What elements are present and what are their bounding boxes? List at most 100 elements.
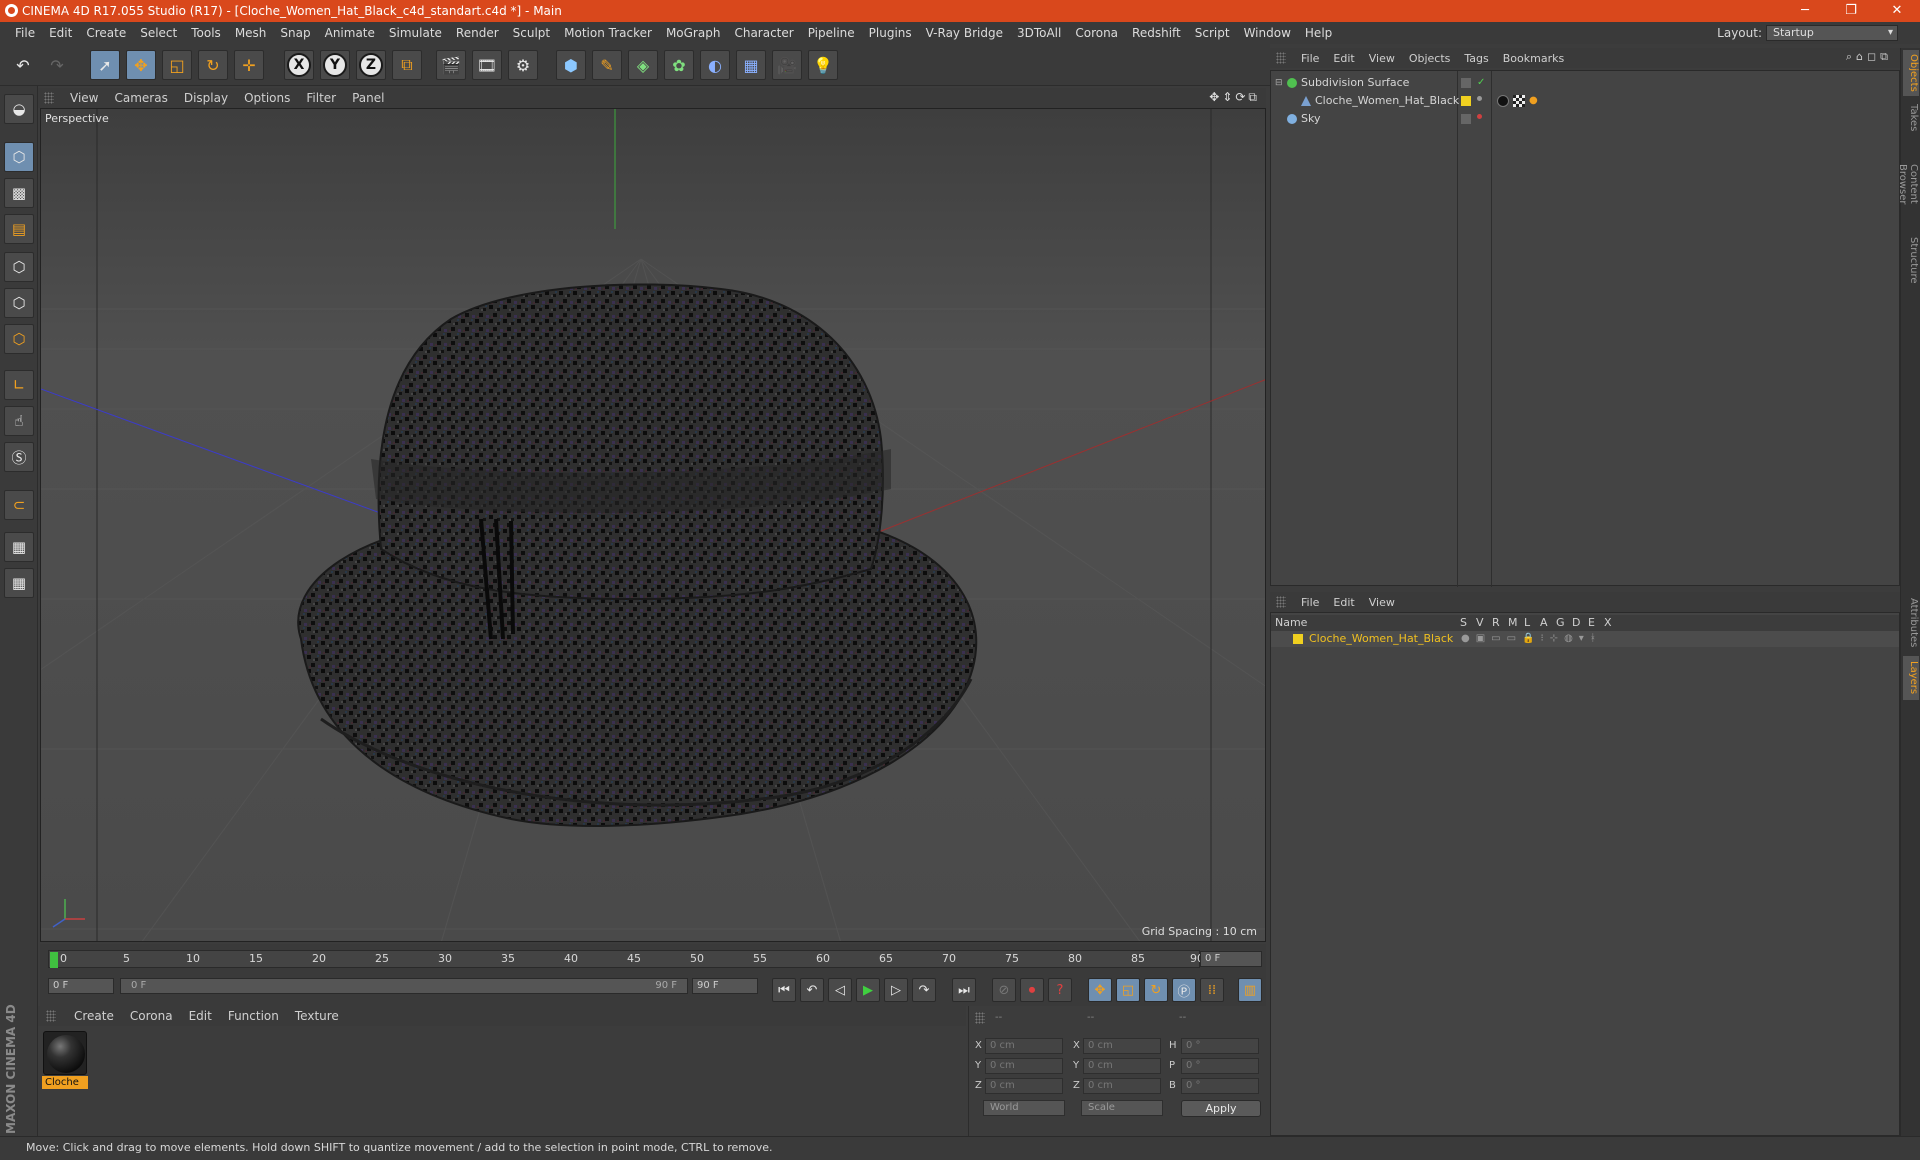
position-y-field[interactable]: 0 cm: [985, 1058, 1063, 1074]
keyframe-selection-icon[interactable]: ?: [1048, 978, 1072, 1002]
object-row-sky[interactable]: Sky: [1271, 110, 1899, 128]
light-icon[interactable]: 💡: [808, 50, 838, 80]
size-x-field[interactable]: 0 cm: [1083, 1038, 1161, 1054]
material-preview-thumbnail[interactable]: [43, 1031, 87, 1075]
timeline-ruler[interactable]: 0 5 10 15 20 25 30 35 40 45 50 55 60 65 …: [40, 944, 1266, 974]
position-z-field[interactable]: 0 cm: [985, 1078, 1063, 1094]
go-to-end-icon[interactable]: ⏭: [952, 978, 976, 1002]
menu-mesh[interactable]: Mesh: [228, 22, 274, 44]
menu-help[interactable]: Help: [1298, 22, 1339, 44]
layers-menu-view[interactable]: View: [1362, 596, 1402, 609]
material-name-label[interactable]: Cloche: [42, 1076, 88, 1089]
spline-pen-icon[interactable]: ✎: [592, 50, 622, 80]
key-point-level-icon[interactable]: ⁞⁞: [1200, 978, 1224, 1002]
previous-frame-icon[interactable]: ◁: [828, 978, 852, 1002]
viewport-menu-cameras[interactable]: Cameras: [106, 91, 175, 105]
menu-animate[interactable]: Animate: [318, 22, 382, 44]
rotation-p-field[interactable]: 0 °: [1181, 1058, 1259, 1074]
material-menu-texture[interactable]: Texture: [287, 1009, 347, 1023]
live-selection-icon[interactable]: ➚: [90, 50, 120, 80]
material-menu-corona[interactable]: Corona: [122, 1009, 181, 1023]
start-frame-field[interactable]: 0 F: [48, 978, 114, 994]
layer-color-swatch[interactable]: [1461, 96, 1471, 106]
visibility-dot-icon[interactable]: [1477, 114, 1482, 119]
playhead-marker[interactable]: [50, 952, 58, 968]
previous-keyframe-icon[interactable]: ↶: [800, 978, 824, 1002]
objects-menu-view[interactable]: View: [1362, 52, 1402, 65]
layer-flag-icons[interactable]: ●▣▭▭🔒⁝⊹◍▾ᚼ: [1461, 631, 1602, 647]
recent-tools-icon[interactable]: ✛: [234, 50, 264, 80]
minimize-icon[interactable]: ─: [1782, 0, 1828, 22]
viewport-menu-view[interactable]: View: [62, 91, 106, 105]
current-frame-field[interactable]: 0 F: [1200, 951, 1262, 967]
menu-render[interactable]: Render: [449, 22, 506, 44]
enable-axis-icon[interactable]: ∟: [4, 370, 34, 400]
viewport-menu-panel[interactable]: Panel: [344, 91, 392, 105]
size-mode-dropdown[interactable]: Scale: [1081, 1100, 1163, 1116]
menu-character[interactable]: Character: [727, 22, 800, 44]
material-menu-edit[interactable]: Edit: [181, 1009, 220, 1023]
preview-range-slider[interactable]: 0 F 90 F: [120, 978, 688, 994]
objects-menu-tags[interactable]: Tags: [1457, 52, 1495, 65]
tab-takes[interactable]: Takes: [1903, 100, 1919, 136]
workplane-lock-icon[interactable]: ▦: [4, 532, 34, 562]
object-row-subdivision-surface[interactable]: ⊟ Subdivision Surface ✓: [1271, 74, 1899, 92]
menu-mograph[interactable]: MoGraph: [659, 22, 728, 44]
objects-menu-objects[interactable]: Objects: [1402, 52, 1458, 65]
edges-mode-icon[interactable]: ⬡: [4, 288, 34, 318]
planar-workplane-icon[interactable]: ▦: [4, 568, 34, 598]
timeline-window-icon[interactable]: ▥: [1238, 978, 1262, 1002]
record-keys-icon[interactable]: ⊘: [992, 978, 1016, 1002]
go-to-start-icon[interactable]: ⏮: [772, 978, 796, 1002]
menu-select[interactable]: Select: [133, 22, 184, 44]
enabled-check-icon[interactable]: ✓: [1477, 74, 1485, 92]
coordinate-system-icon[interactable]: ⧉: [392, 50, 422, 80]
rotation-b-field[interactable]: 0 °: [1181, 1078, 1259, 1094]
tab-objects[interactable]: Objects: [1903, 50, 1919, 96]
next-keyframe-icon[interactable]: ↷: [912, 978, 936, 1002]
size-z-field[interactable]: 0 cm: [1083, 1078, 1161, 1094]
polygons-mode-icon[interactable]: ⬡: [4, 324, 34, 354]
close-icon[interactable]: ✕: [1874, 0, 1920, 22]
layer-swatch-icon[interactable]: [1461, 78, 1471, 88]
phong-tag-icon[interactable]: ●: [1529, 92, 1538, 110]
tab-attributes[interactable]: Attributes: [1903, 594, 1919, 652]
viewport-menu-filter[interactable]: Filter: [298, 91, 344, 105]
layers-menu-file[interactable]: File: [1294, 596, 1326, 609]
layer-color-swatch[interactable]: [1293, 634, 1303, 644]
apply-button[interactable]: Apply: [1181, 1100, 1261, 1117]
x-axis-lock-icon[interactable]: X: [284, 50, 314, 80]
size-y-field[interactable]: 0 cm: [1083, 1058, 1161, 1074]
menu-vray-bridge[interactable]: V-Ray Bridge: [919, 22, 1010, 44]
snap-icon[interactable]: Ⓢ: [4, 442, 34, 472]
viewport-menu-options[interactable]: Options: [236, 91, 298, 105]
workplane-mode-icon[interactable]: ▤: [4, 214, 34, 244]
material-menu-function[interactable]: Function: [220, 1009, 287, 1023]
restore-icon[interactable]: ❐: [1828, 0, 1874, 22]
menu-motion-tracker[interactable]: Motion Tracker: [557, 22, 659, 44]
autokey-icon[interactable]: ⏺: [1020, 978, 1044, 1002]
layer-swatch-icon[interactable]: [1461, 114, 1471, 124]
layer-row-cloche-hat[interactable]: Cloche_Women_Hat_Black ●▣▭▭🔒⁝⊹◍▾ᚼ: [1271, 631, 1899, 647]
menu-edit[interactable]: Edit: [42, 22, 79, 44]
menu-tools[interactable]: Tools: [184, 22, 228, 44]
tab-structure[interactable]: Structure: [1903, 232, 1919, 288]
subdivision-surface-icon[interactable]: ◈: [628, 50, 658, 80]
z-axis-lock-icon[interactable]: Z: [356, 50, 386, 80]
perspective-viewport[interactable]: Perspective Grid Spacing : 10 cm: [40, 108, 1266, 942]
redo-icon[interactable]: ↷: [42, 50, 72, 80]
play-forward-icon[interactable]: ▶: [856, 978, 880, 1002]
menu-file[interactable]: File: [8, 22, 42, 44]
viewport-menu-display[interactable]: Display: [176, 91, 236, 105]
menu-create[interactable]: Create: [79, 22, 133, 44]
objects-menu-edit[interactable]: Edit: [1326, 52, 1361, 65]
key-rotation-icon[interactable]: ↻: [1144, 978, 1168, 1002]
model-mode-icon[interactable]: ⬡: [4, 142, 34, 172]
menu-corona[interactable]: Corona: [1068, 22, 1125, 44]
menu-plugins[interactable]: Plugins: [862, 22, 919, 44]
visibility-dot-icon[interactable]: [1477, 96, 1482, 101]
layer-name[interactable]: Cloche_Women_Hat_Black: [1309, 631, 1453, 647]
menu-pipeline[interactable]: Pipeline: [801, 22, 862, 44]
material-tag-icon[interactable]: [1497, 95, 1509, 107]
tab-layers[interactable]: Layers: [1903, 656, 1919, 700]
